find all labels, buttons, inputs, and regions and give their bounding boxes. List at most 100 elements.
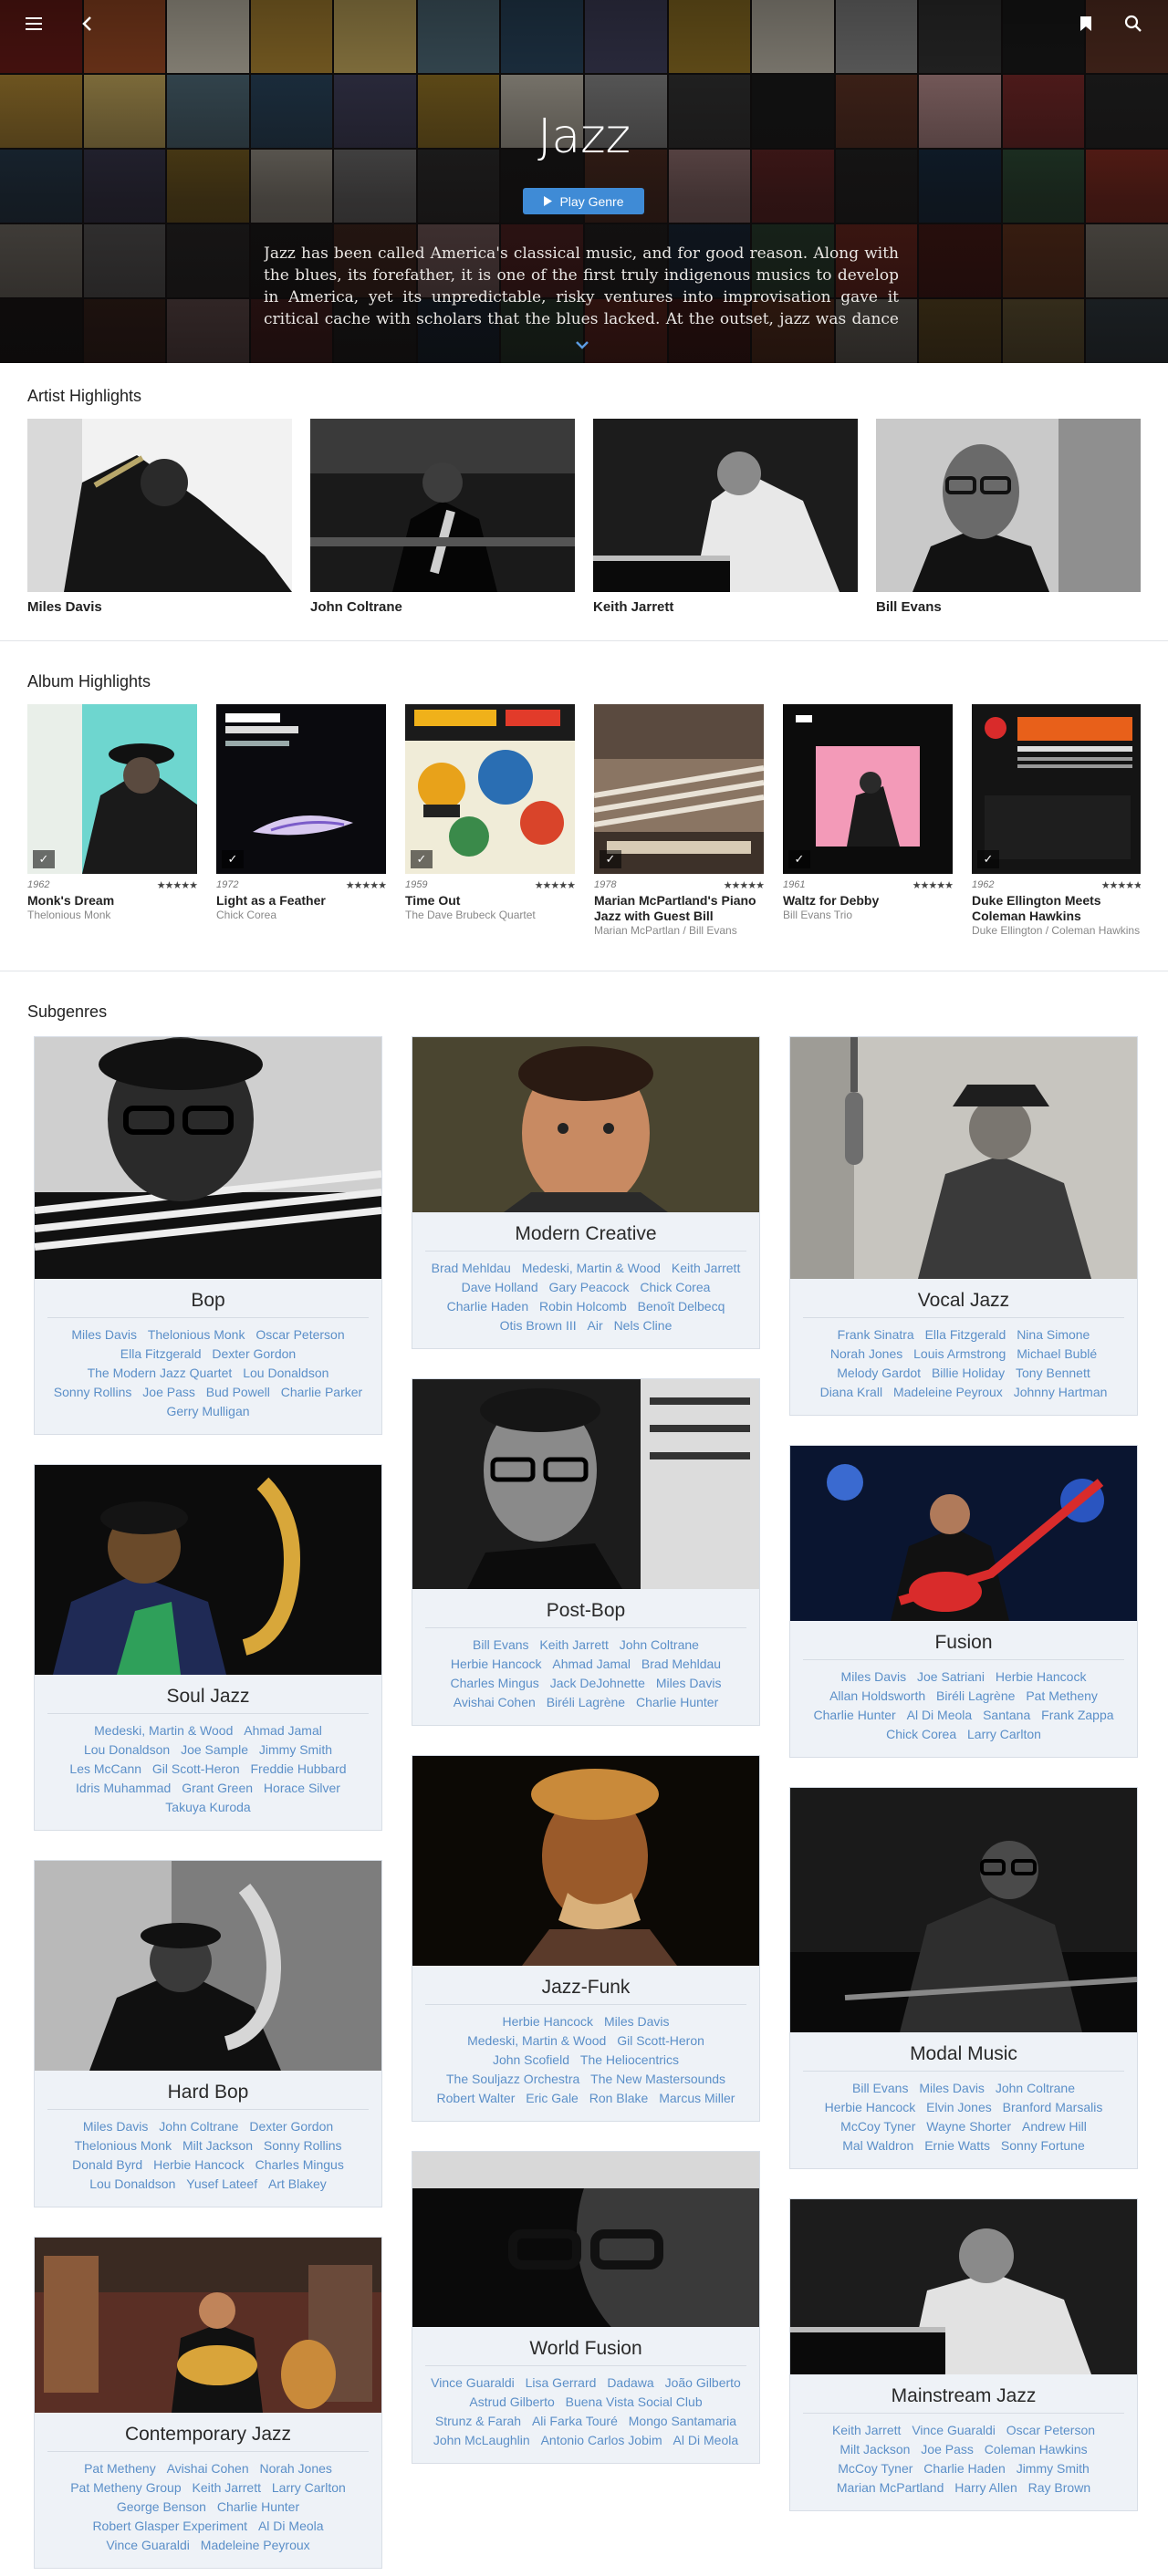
search-icon[interactable] (1121, 11, 1146, 36)
subgenre-artist-link[interactable]: John Coltrane (159, 2119, 238, 2134)
subgenre-artist-link[interactable]: Biréli Lagrène (547, 1695, 625, 1709)
subgenre-artist-link[interactable]: Freddie Hubbard (251, 1761, 347, 1776)
subgenre-artist-link[interactable]: Joe Sample (181, 1742, 248, 1757)
subgenre-artist-link[interactable]: Diana Krall (820, 1385, 882, 1399)
subgenre-artist-link[interactable]: Art Blakey (268, 2176, 327, 2191)
album-card[interactable]: ✓ 1962 ★★★★★ Duke Ellington Meets Colema… (972, 704, 1141, 937)
subgenre-artist-link[interactable]: Les McCann (69, 1761, 141, 1776)
subgenre-card[interactable]: Contemporary Jazz Pat Metheny Avishai Coh… (34, 2237, 382, 2569)
subgenre-artist-link[interactable]: Elvin Jones (926, 2100, 992, 2114)
subgenre-artist-link[interactable]: Billie Holiday (932, 1366, 1005, 1380)
subgenre-artist-link[interactable]: Bill Evans (473, 1637, 528, 1652)
subgenre-artist-link[interactable]: Madeleine Peyroux (201, 2538, 310, 2552)
subgenre-artist-link[interactable]: Dadawa (607, 2375, 653, 2390)
subgenre-artist-link[interactable]: Branford Marsalis (1003, 2100, 1103, 2114)
subgenre-artist-link[interactable]: Thelonious Monk (148, 1327, 245, 1342)
subgenre-artist-link[interactable]: Keith Jarrett (193, 2480, 261, 2495)
subgenre-artist-link[interactable]: McCoy Tyner (838, 2461, 912, 2476)
artist-card[interactable]: Bill Evans (876, 419, 1141, 615)
album-card[interactable]: ✓ 1959 ★★★★★ Time Out The Dave Brubeck Q… (405, 704, 576, 937)
subgenre-artist-link[interactable]: Yusef Lateef (186, 2176, 257, 2191)
subgenre-artist-link[interactable]: Avishai Cohen (167, 2461, 249, 2476)
subgenre-artist-link[interactable]: McCoy Tyner (840, 2119, 915, 2134)
subgenre-artist-link[interactable]: Ron Blake (589, 2091, 649, 2105)
subgenre-artist-link[interactable]: Jack DeJohnette (550, 1676, 645, 1690)
subgenre-artist-link[interactable]: Joe Pass (142, 1385, 195, 1399)
check-icon[interactable]: ✓ (411, 850, 433, 868)
subgenre-artist-link[interactable]: Charlie Haden (447, 1299, 529, 1314)
subgenre-artist-link[interactable]: Herbie Hancock (451, 1657, 542, 1671)
subgenre-artist-link[interactable]: Jimmy Smith (259, 1742, 332, 1757)
subgenre-artist-link[interactable]: Lisa Gerrard (526, 2375, 597, 2390)
album-card[interactable]: ✓ 1978 ★★★★★ Marian McPartland's Piano J… (594, 704, 765, 937)
subgenre-artist-link[interactable]: Tony Bennett (1016, 1366, 1090, 1380)
subgenre-artist-link[interactable]: Air (588, 1318, 603, 1333)
subgenre-artist-link[interactable]: Joe Pass (921, 2442, 974, 2457)
subgenre-card[interactable]: Vocal Jazz Frank Sinatra Ella Fitzgerald … (789, 1036, 1138, 1416)
subgenre-artist-link[interactable]: Allan Holdsworth (829, 1688, 925, 1703)
chevron-down-icon[interactable] (575, 338, 589, 354)
subgenre-artist-link[interactable]: Brad Mehldau (432, 1261, 511, 1275)
subgenre-artist-link[interactable]: Robin Holcomb (539, 1299, 627, 1314)
subgenre-artist-link[interactable]: Wayne Shorter (926, 2119, 1011, 2134)
subgenre-card[interactable]: Modern Creative Brad Mehldau Medeski, Mar… (412, 1036, 760, 1349)
back-arrow-icon[interactable] (75, 11, 100, 36)
subgenre-artist-link[interactable]: John Coltrane (620, 1637, 699, 1652)
subgenre-artist-link[interactable]: Herbie Hancock (825, 2100, 916, 2114)
subgenre-artist-link[interactable]: Medeski, Martin & Wood (94, 1723, 233, 1738)
subgenre-artist-link[interactable]: Vince Guaraldi (431, 2375, 515, 2390)
subgenre-artist-link[interactable]: Lou Donaldson (89, 2176, 175, 2191)
subgenre-artist-link[interactable]: Joe Satriani (917, 1669, 985, 1684)
subgenre-artist-link[interactable]: Melody Gardot (837, 1366, 921, 1380)
subgenre-artist-link[interactable]: George Benson (117, 2499, 206, 2514)
subgenre-artist-link[interactable]: Medeski, Martin & Wood (467, 2033, 606, 2048)
subgenre-artist-link[interactable]: Al Di Meola (673, 2433, 739, 2447)
subgenre-artist-link[interactable]: Pat Metheny Group (70, 2480, 181, 2495)
subgenre-artist-link[interactable]: John Coltrane (996, 2081, 1075, 2095)
subgenre-artist-link[interactable]: Johnny Hartman (1014, 1385, 1108, 1399)
subgenre-artist-link[interactable]: Avishai Cohen (454, 1695, 536, 1709)
artist-card[interactable]: John Coltrane (310, 419, 575, 615)
subgenre-card[interactable]: Fusion Miles Davis Joe Satriani Herbie Ha… (789, 1445, 1138, 1758)
subgenre-artist-link[interactable]: Norah Jones (830, 1346, 902, 1361)
subgenre-artist-link[interactable]: Ahmad Jamal (552, 1657, 631, 1671)
subgenre-artist-link[interactable]: Vince Guaraldi (106, 2538, 190, 2552)
subgenre-card[interactable]: World Fusion Vince Guaraldi Lisa Gerrard … (412, 2151, 760, 2464)
subgenre-artist-link[interactable]: Nels Cline (614, 1318, 673, 1333)
subgenre-artist-link[interactable]: Charles Mingus (451, 1676, 539, 1690)
subgenre-artist-link[interactable]: Herbie Hancock (153, 2157, 245, 2172)
subgenre-artist-link[interactable]: Harry Allen (954, 2480, 1017, 2495)
subgenre-artist-link[interactable]: Ella Fitzgerald (925, 1327, 1006, 1342)
subgenre-artist-link[interactable]: Grant Green (182, 1781, 253, 1795)
subgenre-artist-link[interactable]: Milt Jackson (840, 2442, 910, 2457)
subgenre-artist-link[interactable]: Robert Glasper Experiment (92, 2519, 247, 2533)
subgenre-artist-link[interactable]: Horace Silver (264, 1781, 340, 1795)
subgenre-artist-link[interactable]: Frank Sinatra (838, 1327, 914, 1342)
subgenre-artist-link[interactable]: Herbie Hancock (996, 1669, 1087, 1684)
artist-card[interactable]: Miles Davis (27, 419, 292, 615)
subgenre-card[interactable]: Post-Bop Bill Evans Keith Jarrett John Co… (412, 1378, 760, 1726)
subgenre-artist-link[interactable]: Larry Carlton (272, 2480, 346, 2495)
artist-card[interactable]: Keith Jarrett (593, 419, 858, 615)
subgenre-artist-link[interactable]: Otis Brown III (500, 1318, 577, 1333)
subgenre-artist-link[interactable]: Idris Muhammad (76, 1781, 171, 1795)
subgenre-artist-link[interactable]: Pat Metheny (1026, 1688, 1098, 1703)
check-icon[interactable]: ✓ (977, 850, 999, 868)
subgenre-artist-link[interactable]: John Scofield (493, 2052, 569, 2067)
check-icon[interactable]: ✓ (788, 850, 810, 868)
subgenre-artist-link[interactable]: Bud Powell (206, 1385, 270, 1399)
subgenre-artist-link[interactable]: Keith Jarrett (672, 1261, 740, 1275)
subgenre-artist-link[interactable]: Madeleine Peyroux (893, 1385, 1003, 1399)
play-genre-button[interactable]: Play Genre (523, 188, 644, 214)
subgenre-artist-link[interactable]: Brad Mehldau (641, 1657, 721, 1671)
menu-icon[interactable] (22, 11, 47, 36)
subgenre-artist-link[interactable]: Al Di Meola (258, 2519, 324, 2533)
subgenre-artist-link[interactable]: Miles Davis (604, 2014, 670, 2029)
subgenre-artist-link[interactable]: Nina Simone (1017, 1327, 1090, 1342)
subgenre-card[interactable]: Jazz-Funk Herbie Hancock Miles Davis Mede… (412, 1755, 760, 2122)
subgenre-artist-link[interactable]: Gerry Mulligan (166, 1404, 249, 1418)
subgenre-artist-link[interactable]: Gil Scott-Heron (152, 1761, 240, 1776)
subgenre-artist-link[interactable]: Louis Armstrong (913, 1346, 1006, 1361)
subgenre-artist-link[interactable]: Gary Peacock (549, 1280, 630, 1294)
subgenre-artist-link[interactable]: Sonny Fortune (1001, 2138, 1085, 2153)
